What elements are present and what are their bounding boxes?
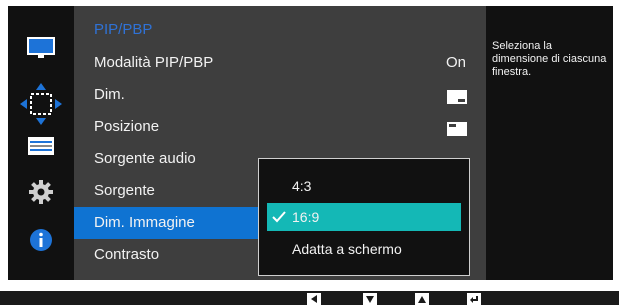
category-sidebar [8, 6, 74, 280]
settings-panel-icon[interactable] [8, 128, 74, 164]
menu-item-value: On [445, 54, 466, 71]
menu-item-position[interactable]: Posizione [74, 111, 486, 143]
down-key-icon[interactable] [361, 291, 379, 305]
option-fit-screen[interactable]: Adatta a schermo [267, 235, 461, 263]
checkmark-icon [272, 211, 286, 223]
option-4-3[interactable]: 4:3 [267, 172, 461, 200]
menu-item-label: Sorgente [94, 182, 155, 199]
up-key-icon[interactable] [413, 291, 431, 305]
osd-window: PIP/PBP Modalità PIP/PBP On Dim. Posizio… [8, 6, 613, 280]
menu-item-label: Dim. Immagine [94, 214, 195, 231]
option-label: 16:9 [292, 209, 320, 225]
move-arrows-icon[interactable] [8, 83, 74, 125]
menu-item-label: Modalità PIP/PBP [94, 54, 214, 71]
menu-title: PIP/PBP [94, 21, 153, 38]
image-size-dropdown[interactable]: 4:3 16:9 Adatta a schermo [258, 158, 470, 276]
menu-item-label: Posizione [94, 118, 160, 135]
help-text: Seleziona la dimensione di ciascuna fine… [492, 40, 607, 78]
menu-item-size[interactable]: Dim. [74, 79, 486, 111]
option-label: Adatta a schermo [292, 241, 402, 257]
left-key-icon[interactable] [305, 291, 323, 305]
menu-item-label: Dim. [94, 86, 125, 103]
menu-item-image-size[interactable]: Dim. Immagine [74, 207, 264, 239]
info-icon[interactable] [8, 222, 74, 258]
option-16-9[interactable]: 16:9 [267, 203, 461, 231]
size-icon [447, 90, 467, 104]
return-key-icon[interactable] [465, 291, 483, 305]
menu-item-label: Sorgente audio [94, 150, 196, 167]
gear-icon[interactable] [8, 174, 74, 210]
monitor-icon[interactable] [8, 30, 74, 66]
position-icon [447, 122, 467, 136]
menu-item-pip-mode[interactable]: Modalità PIP/PBP On [74, 47, 486, 79]
option-label: 4:3 [292, 178, 312, 194]
bottom-key-bar [0, 291, 619, 305]
menu-item-label: Contrasto [94, 246, 160, 263]
help-panel: Seleziona la dimensione di ciascuna fine… [486, 6, 613, 280]
